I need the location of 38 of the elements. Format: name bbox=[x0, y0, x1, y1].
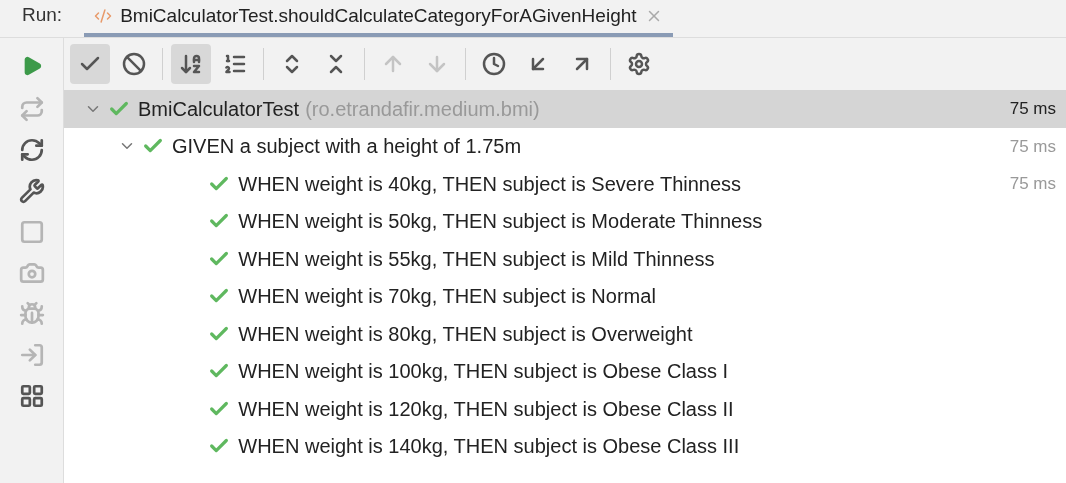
settings-icon bbox=[627, 52, 651, 76]
package-name: (ro.etrandafir.medium.bmi) bbox=[305, 96, 540, 122]
test-name: WHEN weight is 120kg, THEN subject is Obese Class II bbox=[238, 396, 734, 422]
toolbar-button[interactable] bbox=[171, 44, 211, 84]
tree-row[interactable]: WHEN weight is 70kg, THEN subject is Normal bbox=[64, 277, 1066, 315]
history-icon bbox=[482, 52, 506, 76]
tree-row[interactable]: GIVEN a subject with a height of 1.75m 75 ms bbox=[64, 127, 1066, 165]
toolbar-button[interactable] bbox=[70, 44, 110, 84]
test-class-icon bbox=[94, 7, 113, 25]
sort-duration-icon bbox=[223, 52, 247, 76]
toggle-auto-test-icon[interactable] bbox=[18, 137, 45, 163]
tab-title: BmiCalculatorTest.shouldCalculateCategoryForAGivenHeight bbox=[120, 3, 637, 28]
tree-row[interactable]: WHEN weight is 80kg, THEN subject is Overweight bbox=[64, 315, 1066, 353]
run-tab[interactable]: BmiCalculatorTest.shouldCalculateCategoryForAGivenHeight bbox=[84, 0, 673, 37]
duration: 75 ms bbox=[1009, 135, 1056, 158]
sort-alpha-icon bbox=[179, 52, 203, 76]
duration: 75 ms bbox=[1009, 173, 1056, 195]
test-name: BmiCalculatorTest bbox=[138, 96, 300, 122]
tree-row[interactable]: WHEN weight is 140kg, THEN subject is Obese Class III bbox=[64, 427, 1066, 465]
test-name: WHEN weight is 70kg, THEN subject is Normal bbox=[238, 284, 656, 310]
test-name: WHEN weight is 80kg, THEN subject is Overweight bbox=[238, 321, 693, 347]
tree-row[interactable]: WHEN weight is 120kg, THEN subject is Obese Class II bbox=[64, 390, 1066, 428]
test-name: WHEN weight is 140kg, THEN subject is Obese Class III bbox=[238, 434, 740, 460]
duration: 75 ms bbox=[1009, 98, 1056, 120]
test-name: WHEN weight is 50kg, THEN subject is Moderate Thinness bbox=[238, 209, 763, 235]
tree-row[interactable]: BmiCalculatorTest (ro.etrandafir.medium.bmi) 75 ms bbox=[64, 90, 1066, 128]
test-name: WHEN weight is 40kg, THEN subject is Severe Thinness bbox=[238, 171, 742, 197]
tree-row[interactable]: WHEN weight is 40kg, THEN subject is Severe Thinness 75 ms bbox=[64, 165, 1066, 203]
layout-icon[interactable] bbox=[18, 383, 45, 409]
tree-row[interactable]: WHEN weight is 55kg, THEN subject is Mild Thinness bbox=[64, 240, 1066, 278]
test-name: WHEN weight is 55kg, THEN subject is Mild Thinness bbox=[238, 246, 715, 272]
tree-row[interactable]: WHEN weight is 100kg, THEN subject is Obese Class I bbox=[64, 352, 1066, 390]
test-name: WHEN weight is 100kg, THEN subject is Obese Class I bbox=[238, 359, 729, 385]
test-name: GIVEN a subject with a height of 1.75m bbox=[172, 134, 522, 160]
cancel-icon bbox=[122, 52, 146, 76]
wrench-icon[interactable] bbox=[18, 178, 45, 204]
run-label: Run: bbox=[21, 2, 64, 27]
tree-row[interactable]: WHEN weight is 50kg, THEN subject is Moderate Thinness bbox=[64, 202, 1066, 240]
